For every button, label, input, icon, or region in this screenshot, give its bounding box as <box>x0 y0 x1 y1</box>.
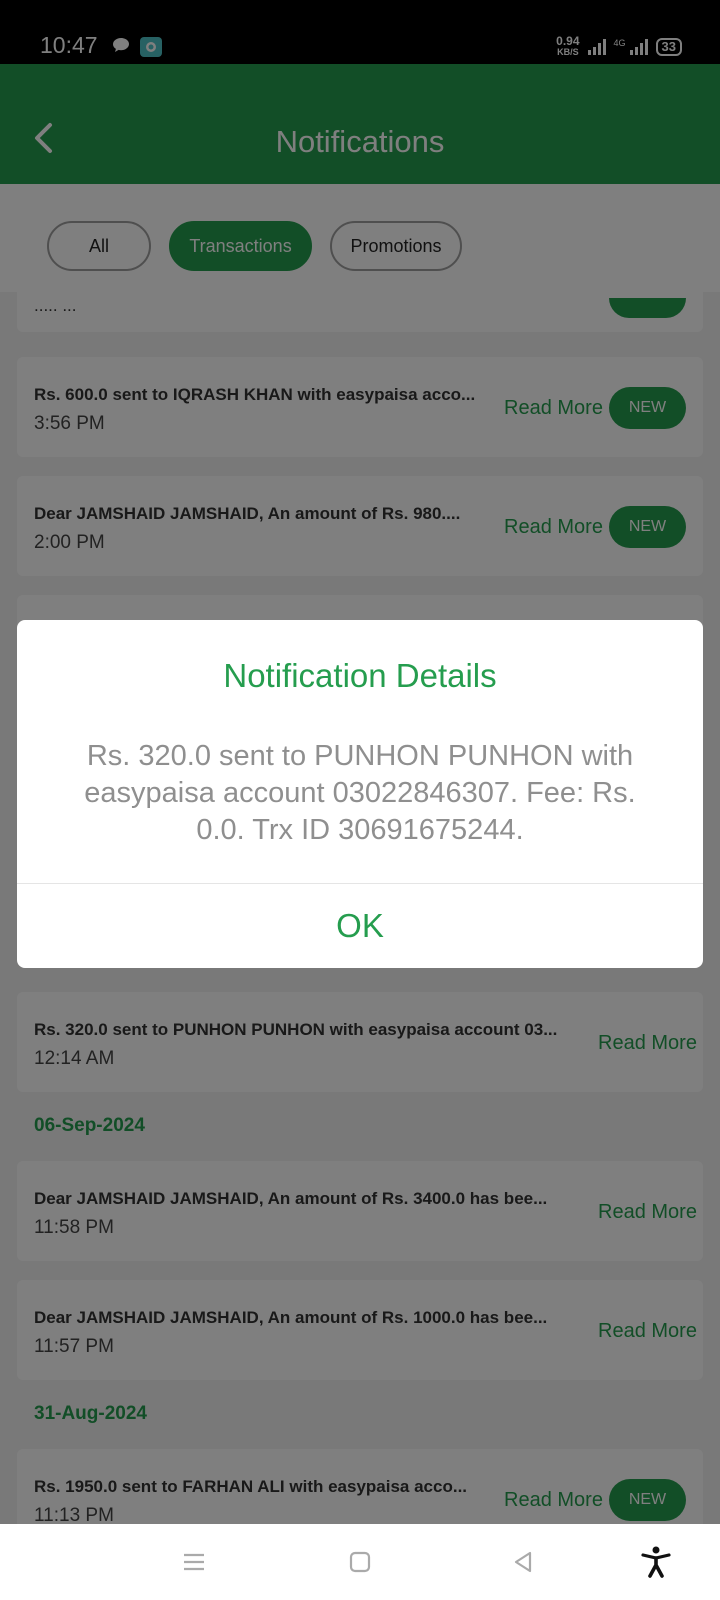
menu-icon[interactable] <box>176 1544 212 1580</box>
back-icon[interactable] <box>505 1544 541 1580</box>
home-icon[interactable] <box>342 1544 378 1580</box>
dialog-body: Rs. 320.0 sent to PUNHON PUNHON with eas… <box>84 740 636 846</box>
notification-details-dialog: Notification Details Rs. 320.0 sent to P… <box>17 620 703 968</box>
accessibility-icon[interactable] <box>638 1544 674 1580</box>
system-nav-bar <box>0 1524 720 1600</box>
dialog-title: Notification Details <box>223 657 497 694</box>
ok-button[interactable]: OK <box>17 884 703 968</box>
